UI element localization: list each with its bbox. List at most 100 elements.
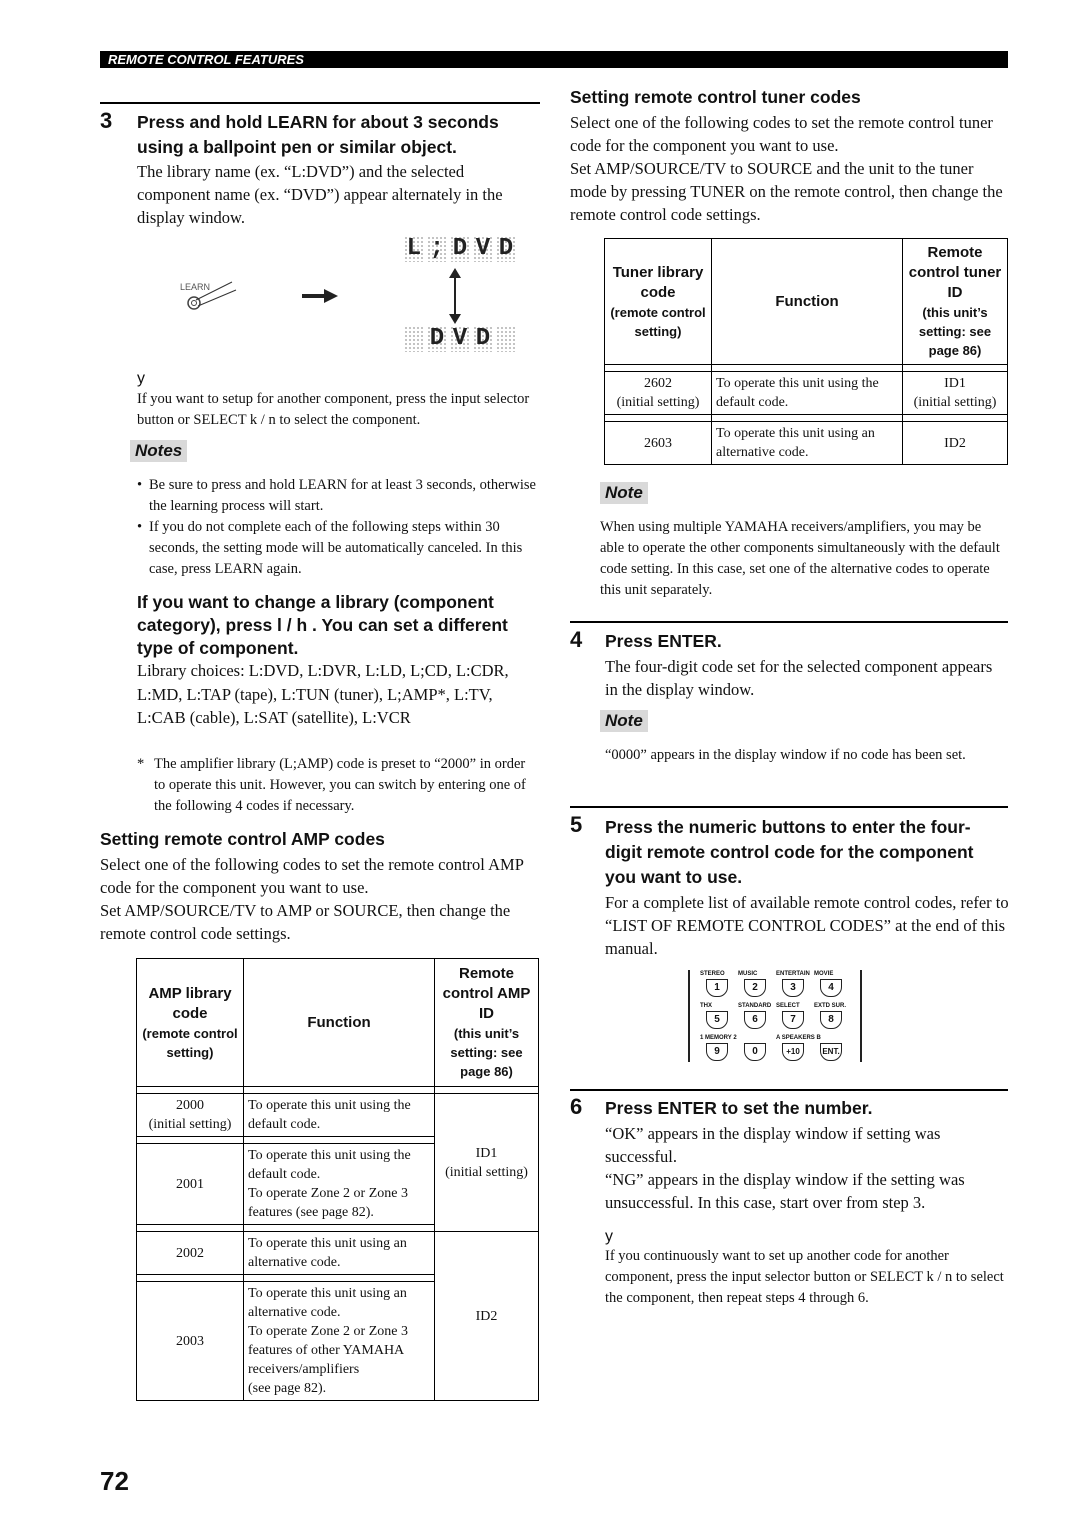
step-number: 4 bbox=[570, 627, 583, 652]
lcd-glyph: L bbox=[406, 235, 422, 262]
key-label: SELECT bbox=[776, 1003, 800, 1009]
col-header-sub: (remote control setting) bbox=[610, 304, 706, 339]
step-number: 3 bbox=[100, 108, 113, 133]
page-number: 72 bbox=[100, 1466, 129, 1496]
lcd-character: V bbox=[450, 326, 470, 352]
cell-code: 2001 bbox=[136, 1143, 244, 1225]
cell-function: To operate this unit using the default c… bbox=[711, 371, 903, 415]
library-heading: If you want to change a library (compone… bbox=[137, 592, 508, 658]
cell-code: 2602 (initial setting) bbox=[604, 371, 712, 415]
note-item: Be sure to press and hold LEARN for at l… bbox=[137, 475, 537, 517]
library-choices: Library choices: L:DVD, L:DVR, L:LD, L;C… bbox=[137, 661, 509, 727]
lcd-glyph: D bbox=[498, 235, 514, 262]
paragraph: “NG” appears in the display window if th… bbox=[605, 1170, 965, 1212]
lcd-glyph bbox=[404, 326, 424, 352]
cell-code: 2003 bbox=[136, 1281, 244, 1401]
lcd-glyph: D bbox=[475, 325, 491, 352]
col-header: Remote control AMP ID bbox=[442, 965, 531, 1022]
col-header-sub: (this unit’s setting: see page 86) bbox=[450, 1026, 523, 1079]
paragraph: Set AMP/SOURCE/TV to SOURCE and the unit… bbox=[570, 159, 1003, 224]
paragraph: Select one of the following codes to set… bbox=[570, 113, 993, 155]
key-label: 1 MEMORY 2 bbox=[700, 1035, 737, 1041]
key-label: STEREO bbox=[700, 971, 725, 977]
cell-function: To operate this unit using the default c… bbox=[243, 1143, 435, 1225]
col-header: Remote control tuner ID bbox=[908, 244, 1002, 301]
table-row: 2002 To operate this unit using an altern… bbox=[136, 1231, 539, 1401]
col-header: Tuner library code bbox=[612, 263, 704, 301]
double-arrow-icon bbox=[449, 268, 461, 324]
lcd-character: ; bbox=[427, 236, 447, 262]
lcd-character: D bbox=[427, 326, 447, 352]
note-text: When using multiple YAMAHA receivers/amp… bbox=[600, 519, 1000, 598]
col-header-sub: (remote control setting) bbox=[142, 1025, 238, 1060]
footnote-mark: * bbox=[137, 756, 145, 772]
paragraph: Select one of the following codes to set… bbox=[100, 855, 524, 897]
notes-label: Notes bbox=[130, 440, 188, 462]
numeric-key-1: 1 bbox=[706, 979, 728, 997]
note-label: Note bbox=[600, 710, 648, 732]
display-bottom: DVD bbox=[404, 326, 519, 357]
cell-id: ID2 bbox=[902, 421, 1008, 465]
footnote: The amplifier library (L;AMP) code is pr… bbox=[154, 756, 526, 814]
pen-icon bbox=[187, 281, 237, 310]
step-title: Press ENTER to set the number. bbox=[605, 1098, 873, 1118]
table-row: 2000 (initial setting) To operate this un… bbox=[136, 1093, 539, 1232]
note-item: If you do not complete each of the follo… bbox=[137, 517, 537, 580]
step-number: 5 bbox=[570, 812, 583, 837]
numeric-key-ENT.: ENT. bbox=[820, 1043, 842, 1061]
key-label: THX bbox=[700, 1003, 712, 1009]
note-text: “0000” appears in the display window if … bbox=[605, 747, 966, 763]
cell-function: To operate this unit using an alternativ… bbox=[243, 1231, 435, 1275]
step-title: Press the numeric buttons to enter the f… bbox=[605, 817, 974, 887]
numeric-key-4: 4 bbox=[820, 979, 842, 997]
lcd-glyph: D bbox=[452, 235, 468, 262]
lcd-glyph: V bbox=[475, 235, 491, 262]
key-label: MOVIE bbox=[814, 971, 834, 977]
numeric-key-8: 8 bbox=[820, 1011, 842, 1029]
lcd-glyph: D bbox=[429, 325, 445, 352]
divider bbox=[570, 1089, 1008, 1091]
divider bbox=[570, 621, 1008, 623]
key-label: ENTERTAIN bbox=[776, 971, 810, 977]
lcd-character: D bbox=[473, 326, 493, 352]
step-title: Press and hold LEARN for about 3 seconds… bbox=[137, 112, 499, 157]
col-header: AMP library code bbox=[148, 984, 232, 1022]
lcd-character bbox=[404, 326, 424, 352]
tip-text: If you continuously want to set up anoth… bbox=[605, 1248, 1004, 1306]
tuner-codes-text: Select one of the following codes to set… bbox=[570, 111, 1010, 226]
tip-text: If you want to setup for another compone… bbox=[137, 391, 530, 428]
lcd-character: D bbox=[450, 236, 470, 262]
key-label: A SPEAKERS B bbox=[776, 1035, 821, 1041]
divider bbox=[100, 102, 540, 104]
col-header: Function bbox=[775, 292, 839, 310]
amp-codes-text: Select one of the following codes to set… bbox=[100, 853, 540, 945]
numeric-key-2: 2 bbox=[744, 979, 766, 997]
numeric-key-+10: +10 bbox=[782, 1043, 804, 1061]
table-row: 2602 (initial setting) To operate this un… bbox=[604, 371, 1008, 415]
lcd-glyph bbox=[496, 326, 516, 352]
step-text: “OK” appears in the display window if se… bbox=[605, 1122, 1005, 1214]
arrow-right-icon bbox=[302, 289, 338, 303]
numeric-key-5: 5 bbox=[706, 1011, 728, 1029]
section-header: REMOTE CONTROL FEATURES bbox=[100, 51, 1008, 68]
amp-codes-table: AMP library code (remote control setting)… bbox=[136, 958, 539, 1401]
manual-page: REMOTE CONTROL FEATURES 3 Press and hold… bbox=[0, 0, 1080, 1526]
col-header-sub: (this unit’s setting: see page 86) bbox=[918, 305, 992, 358]
tip-icon: y bbox=[605, 1228, 613, 1245]
note-label: Note bbox=[600, 482, 648, 504]
tip-icon: y bbox=[137, 370, 145, 387]
key-label: STANDARD bbox=[738, 1003, 772, 1009]
numeric-key-6: 6 bbox=[744, 1011, 766, 1029]
cell-function: To operate this unit using the default c… bbox=[243, 1093, 435, 1137]
lcd-glyph: V bbox=[452, 325, 468, 352]
lcd-character bbox=[496, 326, 516, 352]
key-label: EXTD SUR. bbox=[814, 1003, 847, 1009]
tuner-codes-heading: Setting remote control tuner codes bbox=[570, 87, 861, 107]
cell-id: ID2 bbox=[434, 1231, 539, 1401]
key-label: MUSIC bbox=[738, 971, 758, 977]
amp-codes-heading: Setting remote control AMP codes bbox=[100, 829, 385, 849]
tuner-codes-table: Tuner library code (remote control settin… bbox=[604, 238, 1008, 465]
learn-button-illustration: LEARN bbox=[180, 270, 250, 315]
step-text: For a complete list of available remote … bbox=[605, 893, 1009, 958]
lcd-character: D bbox=[496, 236, 516, 262]
